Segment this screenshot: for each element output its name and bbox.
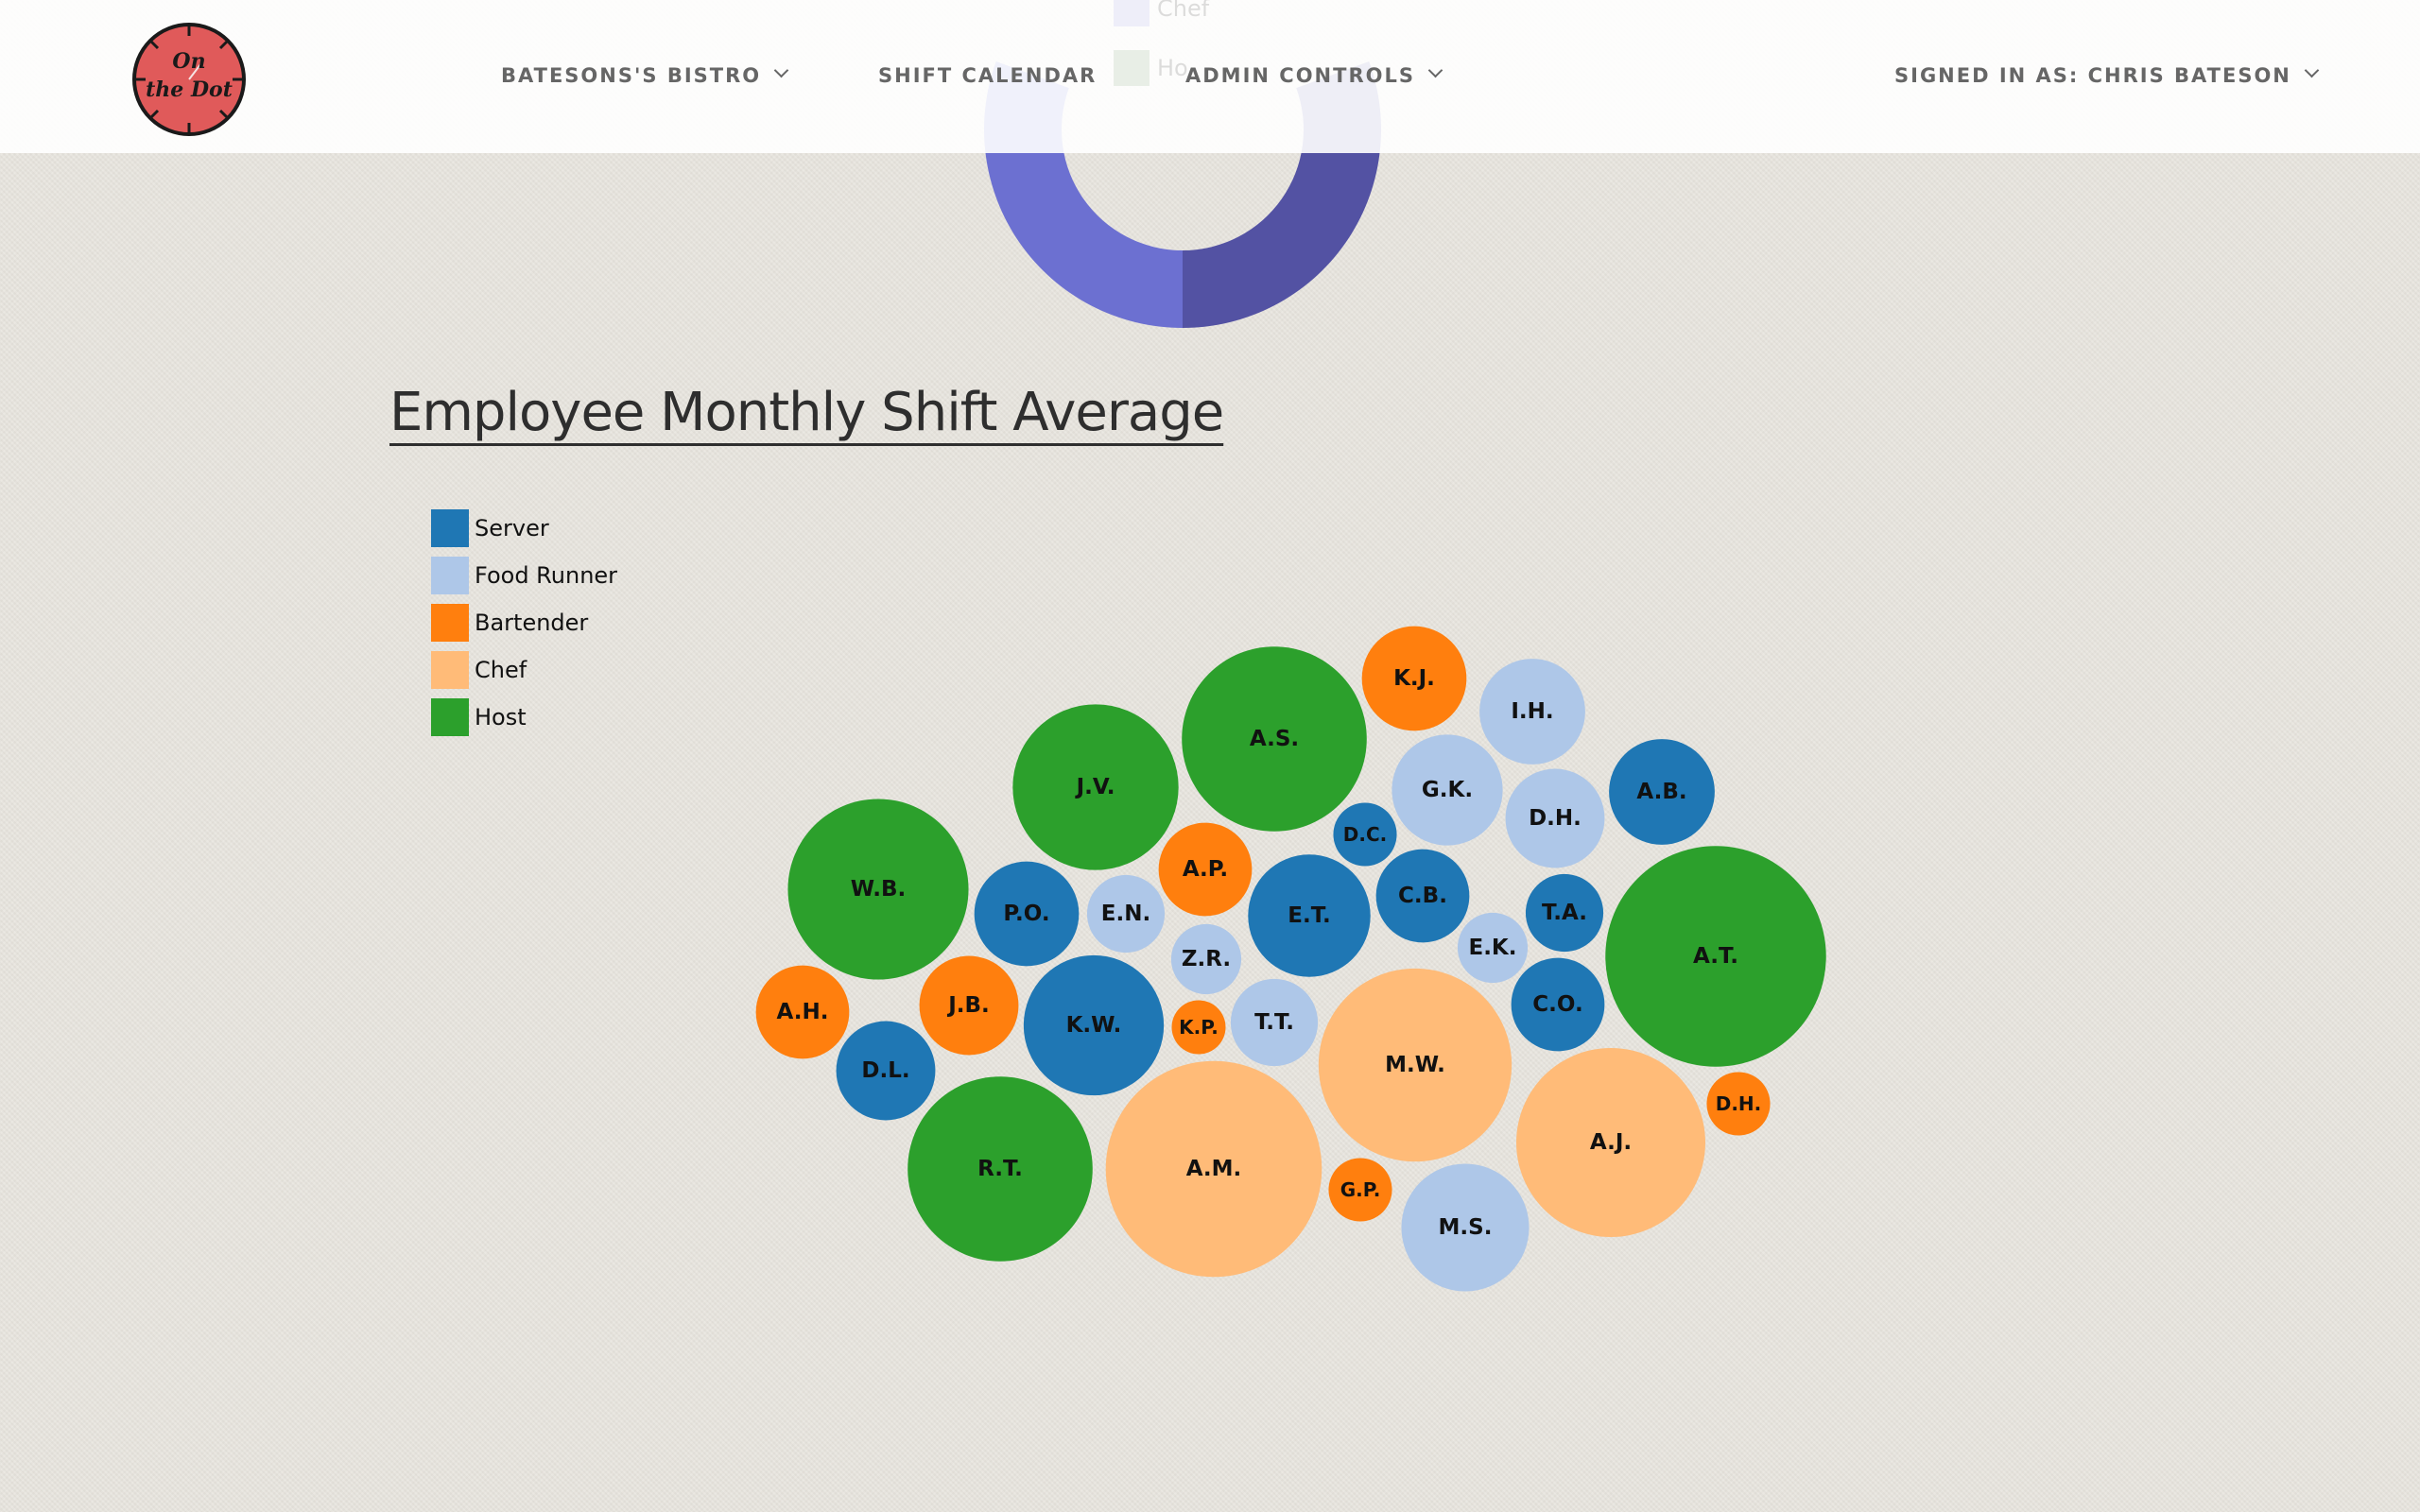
- bubble-label: G.P.: [1340, 1178, 1381, 1201]
- bubble-am[interactable]: A.M.: [1105, 1060, 1322, 1278]
- bubble-ah[interactable]: A.H.: [755, 965, 850, 1059]
- bubble-ta[interactable]: T.A.: [1525, 873, 1604, 953]
- bubble-label: A.H.: [777, 1000, 829, 1024]
- bubble-label: A.T.: [1693, 944, 1738, 969]
- logo-text-line2: the Dot: [146, 77, 233, 102]
- bubble-zr[interactable]: Z.R.: [1170, 923, 1242, 995]
- donut-legend-swatch: [1114, 50, 1150, 86]
- bubble-tt[interactable]: T.T.: [1230, 978, 1319, 1067]
- chevron-down-icon: [1427, 62, 1443, 78]
- bubble-label: E.T.: [1288, 903, 1330, 928]
- bubble-label: C.B.: [1398, 884, 1447, 908]
- bubble-po[interactable]: P.O.: [974, 861, 1080, 967]
- bubble-label: E.K.: [1468, 936, 1516, 960]
- bubble-kj[interactable]: K.J.: [1361, 626, 1467, 731]
- bubble-label: D.L.: [861, 1058, 909, 1083]
- bubble-cb[interactable]: C.B.: [1375, 849, 1470, 943]
- bubble-label: J.V.: [1075, 775, 1115, 799]
- donut-legend-label: Chef: [1157, 0, 1210, 22]
- nav-admin-controls-label: ADMIN CONTROLS: [1185, 64, 1415, 87]
- bubble-kw[interactable]: K.W.: [1023, 954, 1165, 1096]
- bubble-label: G.K.: [1422, 778, 1473, 802]
- bubble-ek[interactable]: E.K.: [1457, 912, 1529, 984]
- bubble-ab[interactable]: A.B.: [1609, 739, 1715, 845]
- bubble-label: T.A.: [1542, 901, 1587, 925]
- bubble-label: D.C.: [1343, 823, 1387, 846]
- bubble-gk[interactable]: G.K.: [1392, 734, 1503, 846]
- donut-legend-item: Ho: [1114, 50, 1188, 86]
- bubble-label: T.T.: [1254, 1010, 1294, 1035]
- donut-legend-item: Chef: [1114, 0, 1209, 26]
- bubble-jb[interactable]: J.B.: [919, 955, 1019, 1056]
- employee-shift-bubble-chart: K.J. I.H. A.S. J.V. G.K. D.H. A.B. D.C. W.B. A.P.…: [755, 626, 1826, 1292]
- bubble-label: R.T.: [977, 1157, 1023, 1181]
- bubble-label: Z.R.: [1182, 947, 1231, 971]
- bubble-as[interactable]: A.S.: [1182, 646, 1367, 832]
- bubble-label: A.P.: [1183, 857, 1228, 882]
- bubble-label: A.J.: [1590, 1130, 1632, 1155]
- bubble-dl[interactable]: D.L.: [836, 1021, 936, 1121]
- bubble-at[interactable]: A.T.: [1605, 846, 1826, 1067]
- bubble-et[interactable]: E.T.: [1248, 854, 1371, 977]
- logo-text-line1: On: [172, 49, 205, 74]
- nav-shift-calendar-label: SHIFT CALENDAR: [878, 64, 1098, 87]
- bubble-label: A.S.: [1250, 727, 1299, 751]
- bubble-label: D.H.: [1716, 1092, 1762, 1115]
- bubble-rt[interactable]: R.T.: [908, 1076, 1093, 1262]
- nav-admin-controls-dropdown[interactable]: ADMIN CONTROLS: [1185, 0, 1443, 153]
- nav-bistro-dropdown[interactable]: BATESONS'S BISTRO: [501, 0, 789, 153]
- bubble-dc[interactable]: D.C.: [1333, 802, 1397, 867]
- bubble-kp[interactable]: K.P.: [1171, 1000, 1226, 1055]
- bubble-aj[interactable]: A.J.: [1516, 1048, 1705, 1237]
- bubble-label: I.H.: [1511, 699, 1553, 724]
- top-navbar: On the Dot BATESONS'S BISTRO SHIFT CALEN…: [0, 0, 2420, 153]
- nav-shift-calendar[interactable]: SHIFT CALENDAR: [878, 0, 1097, 153]
- bubble-ih[interactable]: I.H.: [1479, 659, 1585, 765]
- bubble-label: J.B.: [946, 993, 990, 1018]
- bubble-wb[interactable]: W.B.: [787, 799, 969, 980]
- bubble-label: D.H.: [1529, 806, 1582, 831]
- donut-legend-label: Ho: [1157, 55, 1188, 81]
- bubble-mw[interactable]: M.W.: [1318, 968, 1512, 1162]
- bubble-en[interactable]: E.N.: [1086, 874, 1166, 954]
- bubble-label: K.J.: [1393, 666, 1435, 691]
- bubble-ap[interactable]: A.P.: [1158, 822, 1253, 917]
- on-the-dot-logo[interactable]: On the Dot: [130, 21, 248, 138]
- bubble-label: C.O.: [1532, 992, 1582, 1017]
- bubble-jv[interactable]: J.V.: [1012, 704, 1179, 870]
- bubble-dh[interactable]: D.H.: [1706, 1072, 1771, 1136]
- donut-legend-swatch: [1114, 0, 1150, 26]
- bubble-label: K.P.: [1179, 1016, 1219, 1039]
- bubble-co[interactable]: C.O.: [1511, 957, 1605, 1052]
- bubble-label: M.S.: [1439, 1215, 1493, 1240]
- bubble-label: M.W.: [1385, 1053, 1445, 1077]
- nav-user-label: SIGNED IN AS: CHRIS BATESON: [1894, 64, 2291, 87]
- chevron-down-icon: [773, 62, 789, 78]
- nav-user-dropdown[interactable]: SIGNED IN AS: CHRIS BATESON: [1894, 0, 2320, 153]
- bubble-label: A.M.: [1186, 1157, 1242, 1181]
- bubble-ms[interactable]: M.S.: [1401, 1163, 1530, 1292]
- bubble-label: K.W.: [1066, 1013, 1122, 1038]
- bubble-dh[interactable]: D.H.: [1505, 768, 1605, 868]
- bubble-label: A.B.: [1636, 780, 1686, 804]
- bubble-gp[interactable]: G.P.: [1328, 1158, 1392, 1222]
- bubble-label: W.B.: [851, 877, 907, 902]
- bubble-label: P.O.: [1003, 902, 1049, 926]
- chevron-down-icon: [2304, 62, 2320, 78]
- bubble-label: E.N.: [1101, 902, 1150, 926]
- nav-bistro-label: BATESONS'S BISTRO: [501, 64, 762, 87]
